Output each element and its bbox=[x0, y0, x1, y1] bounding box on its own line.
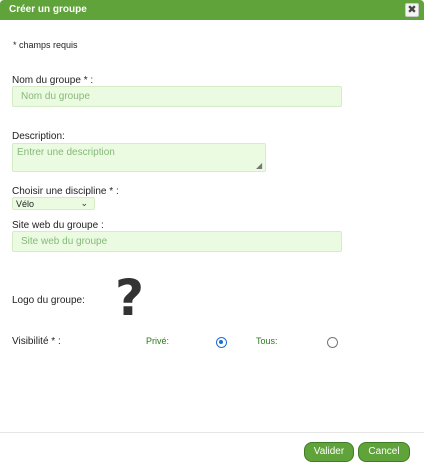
dialog-titlebar: Créer un groupe ✖ bbox=[0, 0, 424, 20]
logo-label: Logo du groupe: bbox=[12, 295, 85, 306]
required-fields-note: * champs requis bbox=[13, 40, 78, 50]
website-label: Site web du groupe : bbox=[12, 220, 104, 231]
visibility-all-label: Tous: bbox=[256, 336, 278, 346]
close-icon[interactable]: ✖ bbox=[405, 3, 419, 17]
visibility-private-label: Privé: bbox=[146, 336, 170, 346]
chevron-down-icon: ⌄ bbox=[80, 198, 88, 208]
description-label: Description: bbox=[12, 131, 65, 142]
group-name-input[interactable] bbox=[12, 86, 342, 107]
footer-divider bbox=[0, 432, 424, 433]
group-name-label: Nom du groupe * : bbox=[12, 75, 94, 86]
logo-placeholder-icon[interactable]: ? bbox=[115, 270, 144, 326]
dialog-title: Créer un groupe bbox=[9, 4, 87, 15]
submit-button[interactable]: Valider bbox=[304, 442, 354, 462]
description-textarea[interactable] bbox=[12, 143, 266, 172]
discipline-label: Choisir une discipline * : bbox=[12, 186, 119, 197]
visibility-all-radio[interactable] bbox=[327, 337, 338, 348]
discipline-selected-value: Vélo bbox=[16, 199, 35, 209]
resize-grip-icon[interactable]: ◢ bbox=[256, 162, 264, 170]
visibility-label: Visibilité * : bbox=[12, 336, 61, 347]
cancel-button[interactable]: Cancel bbox=[358, 442, 410, 462]
discipline-select[interactable]: Vélo ⌄ bbox=[12, 197, 95, 210]
website-input[interactable] bbox=[12, 231, 342, 252]
visibility-private-radio[interactable] bbox=[216, 337, 227, 348]
